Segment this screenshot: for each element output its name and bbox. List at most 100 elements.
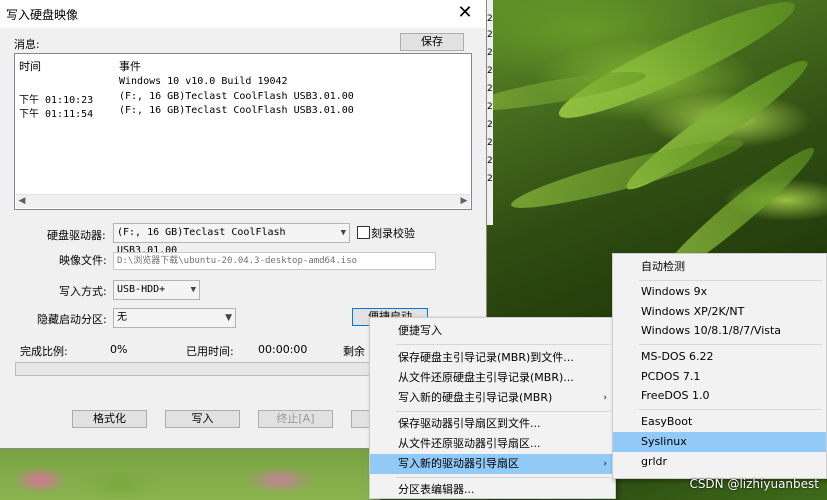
submenu-item-win10[interactable]: Windows 10/8.1/8/7/Vista	[613, 321, 826, 341]
submenu-item-freedos[interactable]: FreeDOS 1.0	[613, 386, 826, 406]
menu-separator	[639, 409, 822, 410]
log-event: (F:, 16 GB)Teclast CoolFlash USB3.01.00	[119, 105, 354, 116]
menu-item-label: 写入新的驱动器引导扇区	[398, 457, 519, 470]
menu-item-save-boot-sector[interactable]: 保存驱动器引导扇区到文件...	[370, 414, 615, 434]
strip-digit: 2	[487, 14, 493, 24]
submenu-item-auto-detect[interactable]: 自动检测	[613, 257, 826, 277]
menu-item-label: grldr	[641, 455, 668, 468]
grass-blade	[507, 129, 747, 219]
log-header-time: 时间	[19, 60, 41, 73]
elapsed-label: 已用时间:	[186, 345, 234, 358]
message-log[interactable]: 时间 事件 Windows 10 v10.0 Build 19042 下午 01…	[14, 53, 472, 210]
menu-item-label: Windows 9x	[641, 285, 708, 298]
write-mode-label: 写入方式:	[59, 285, 107, 298]
strip-digit: 2	[487, 174, 493, 184]
drive-label: 硬盘驱动器:	[47, 229, 106, 242]
strip-digit: 2	[487, 84, 493, 94]
log-event: (F:, 16 GB)Teclast CoolFlash USB3.01.00	[119, 91, 354, 102]
strip-digit: 2	[487, 66, 493, 76]
log-time: 下午 01:10:23	[19, 95, 94, 106]
watermark-text: CSDN @lizhiyuanbest	[689, 477, 819, 491]
stop-button[interactable]: 终止[A]	[258, 410, 333, 428]
chevron-down-icon: ▼	[340, 228, 346, 238]
image-file-field[interactable]: D:\浏览器下载\ubuntu-20.04.3-desktop-amd64.is…	[113, 252, 436, 270]
write-button[interactable]: 写入	[165, 410, 240, 428]
messages-label: 消息:	[14, 38, 40, 51]
submenu-item-pcdos[interactable]: PCDOS 7.1	[613, 367, 826, 387]
strip-digit: 2	[487, 30, 493, 40]
close-icon[interactable]: ✕	[454, 2, 476, 24]
extra-button[interactable]	[351, 410, 371, 428]
menu-item-restore-boot-sector[interactable]: 从文件还原驱动器引导扇区...	[370, 434, 615, 454]
hidden-partition-select[interactable]: 无 ▼	[113, 308, 236, 328]
remaining-label: 剩余	[343, 345, 365, 358]
menu-item-label: 保存驱动器引导扇区到文件...	[398, 417, 541, 430]
write-mode-value: USB-HDD+	[117, 284, 166, 295]
chevron-right-icon: ›	[603, 459, 607, 469]
menu-item-label: 从文件还原驱动器引导扇区...	[398, 437, 541, 450]
submenu-item-win9x[interactable]: Windows 9x	[613, 282, 826, 302]
completion-value: 0%	[110, 343, 128, 356]
dialog-title: 写入硬盘映像	[6, 8, 79, 22]
menu-item-partition-editor[interactable]: 分区表编辑器...	[370, 480, 615, 500]
verify-checkbox[interactable]	[357, 226, 370, 239]
menu-item-save-mbr[interactable]: 保存硬盘主引导记录(MBR)到文件...	[370, 348, 615, 368]
scroll-right-icon[interactable]: ▶	[458, 195, 470, 208]
menu-separator	[396, 411, 611, 412]
menu-item-label: MS-DOS 6.22	[641, 350, 714, 363]
menu-separator	[396, 344, 611, 345]
background-window-edge: 2 2 2 2 2 2 2 2 2 2	[487, 0, 493, 225]
submenu-item-msdos[interactable]: MS-DOS 6.22	[613, 347, 826, 367]
chevron-right-icon: ›	[603, 393, 607, 403]
menu-item-label: 便捷写入	[398, 324, 442, 337]
menu-item-label: Syslinux	[641, 435, 687, 448]
log-header-event: 事件	[119, 60, 141, 73]
menu-item-label: 写入新的硬盘主引导记录(MBR)	[398, 391, 553, 404]
hidden-partition-value: 无	[117, 312, 127, 323]
menu-item-label: Windows 10/8.1/8/7/Vista	[641, 324, 782, 337]
menu-item-label: 保存硬盘主引导记录(MBR)到文件...	[398, 351, 574, 364]
submenu-item-winxp[interactable]: Windows XP/2K/NT	[613, 302, 826, 322]
chevron-down-icon: ▼	[190, 285, 196, 295]
strip-digit: 2	[487, 102, 493, 112]
boot-sector-submenu: 自动检测 Windows 9x Windows XP/2K/NT Windows…	[612, 253, 827, 479]
verify-label: 刻录校验	[371, 227, 415, 240]
submenu-item-syslinux[interactable]: Syslinux	[613, 432, 826, 452]
menu-item-label: EasyBoot	[641, 415, 693, 428]
strip-digit: 2	[487, 156, 493, 166]
completion-label: 完成比例:	[20, 345, 68, 358]
strip-digit: 2	[487, 138, 493, 148]
scroll-left-icon[interactable]: ◀	[16, 195, 28, 208]
menu-item-label: Windows XP/2K/NT	[641, 305, 745, 318]
menu-separator	[396, 477, 611, 478]
log-event: Windows 10 v10.0 Build 19042	[119, 76, 288, 87]
submenu-item-easyboot[interactable]: EasyBoot	[613, 412, 826, 432]
menu-item-label: FreeDOS 1.0	[641, 389, 710, 402]
menu-item-label: PCDOS 7.1	[641, 370, 701, 383]
save-log-button[interactable]: 保存	[400, 33, 464, 51]
menu-item-label: 自动检测	[641, 260, 685, 273]
log-time: 下午 01:11:54	[19, 109, 94, 120]
drive-select[interactable]: (F:, 16 GB)Teclast CoolFlash USB3.01.00 …	[113, 223, 350, 256]
menu-item-label: 分区表编辑器...	[398, 483, 475, 496]
menu-separator	[639, 280, 822, 281]
strip-digit: 2	[487, 48, 493, 58]
image-file-label: 映像文件:	[59, 254, 107, 267]
submenu-item-grldr[interactable]: grldr	[613, 452, 826, 472]
menu-item-write-mbr[interactable]: 写入新的硬盘主引导记录(MBR) ›	[370, 388, 615, 408]
menu-item-quick-write[interactable]: 便捷写入	[370, 321, 615, 341]
grass-blade	[550, 0, 804, 134]
menu-item-label: 从文件还原硬盘主引导记录(MBR)...	[398, 371, 574, 384]
horizontal-scrollbar[interactable]: ◀ ▶	[16, 194, 470, 208]
menu-separator	[639, 344, 822, 345]
menu-item-write-boot-sector[interactable]: 写入新的驱动器引导扇区 ›	[370, 454, 615, 474]
write-mode-select[interactable]: USB-HDD+ ▼	[113, 280, 200, 300]
quick-boot-menu: 便捷写入 保存硬盘主引导记录(MBR)到文件... 从文件还原硬盘主引导记录(M…	[369, 317, 616, 499]
format-button[interactable]: 格式化	[72, 410, 147, 428]
chevron-down-icon: ▼	[225, 313, 232, 323]
elapsed-value: 00:00:00	[258, 343, 308, 356]
strip-digit: 2	[487, 120, 493, 130]
hidden-partition-label: 隐藏启动分区:	[37, 313, 107, 326]
menu-item-restore-mbr[interactable]: 从文件还原硬盘主引导记录(MBR)...	[370, 368, 615, 388]
title-bar[interactable]: 写入硬盘映像 ✕	[0, 0, 486, 28]
